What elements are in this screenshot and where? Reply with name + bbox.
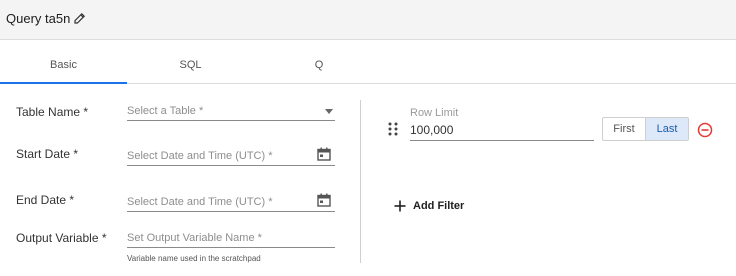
table-select-placeholder: Select a Table * (127, 105, 204, 117)
start-date-field[interactable]: Select Date and Time (UTC) * (127, 147, 335, 166)
start-date-label: Start Date * (16, 147, 79, 161)
row-limit-value: 100,000 (410, 123, 454, 137)
row-limit-label: Row Limit (410, 107, 459, 119)
add-filter-label: Add Filter (413, 200, 465, 212)
tab-sql[interactable]: SQL (127, 41, 254, 83)
table-select[interactable]: Select a Table * (127, 103, 335, 121)
end-date-label: End Date * (16, 193, 75, 207)
query-title: Query ta5n (6, 11, 71, 26)
table-name-label: Table Name * (16, 105, 89, 119)
first-option[interactable]: First (603, 118, 645, 140)
end-date-placeholder: Select Date and Time (UTC) * (127, 196, 273, 208)
row-limit-input[interactable]: 100,000 (410, 122, 594, 141)
add-filter-button[interactable]: Add Filter (393, 197, 464, 215)
pencil-icon[interactable] (74, 12, 86, 24)
output-variable-label: Output Variable * (16, 231, 107, 245)
first-last-toggle: First Last (602, 117, 689, 141)
end-date-field[interactable]: Select Date and Time (UTC) * (127, 193, 335, 212)
remove-circle-icon[interactable] (697, 122, 713, 138)
calendar-icon[interactable] (317, 193, 331, 207)
plus-icon (394, 200, 406, 212)
last-option[interactable]: Last (645, 118, 688, 140)
drag-handle-icon[interactable] (388, 122, 398, 136)
output-variable-field[interactable]: Set Output Variable Name * (127, 230, 335, 248)
header-bar: Query ta5n (0, 0, 736, 40)
chevron-down-icon (325, 109, 333, 114)
calendar-icon[interactable] (317, 147, 331, 161)
vertical-divider (360, 100, 361, 263)
tab-basic[interactable]: Basic (0, 41, 127, 84)
tab-bar: Basic SQL Q (0, 41, 736, 84)
tab-q[interactable]: Q (254, 41, 384, 83)
output-variable-helper: Variable name used in the scratchpad (127, 254, 261, 263)
output-variable-placeholder: Set Output Variable Name * (127, 232, 262, 244)
start-date-placeholder: Select Date and Time (UTC) * (127, 150, 273, 162)
